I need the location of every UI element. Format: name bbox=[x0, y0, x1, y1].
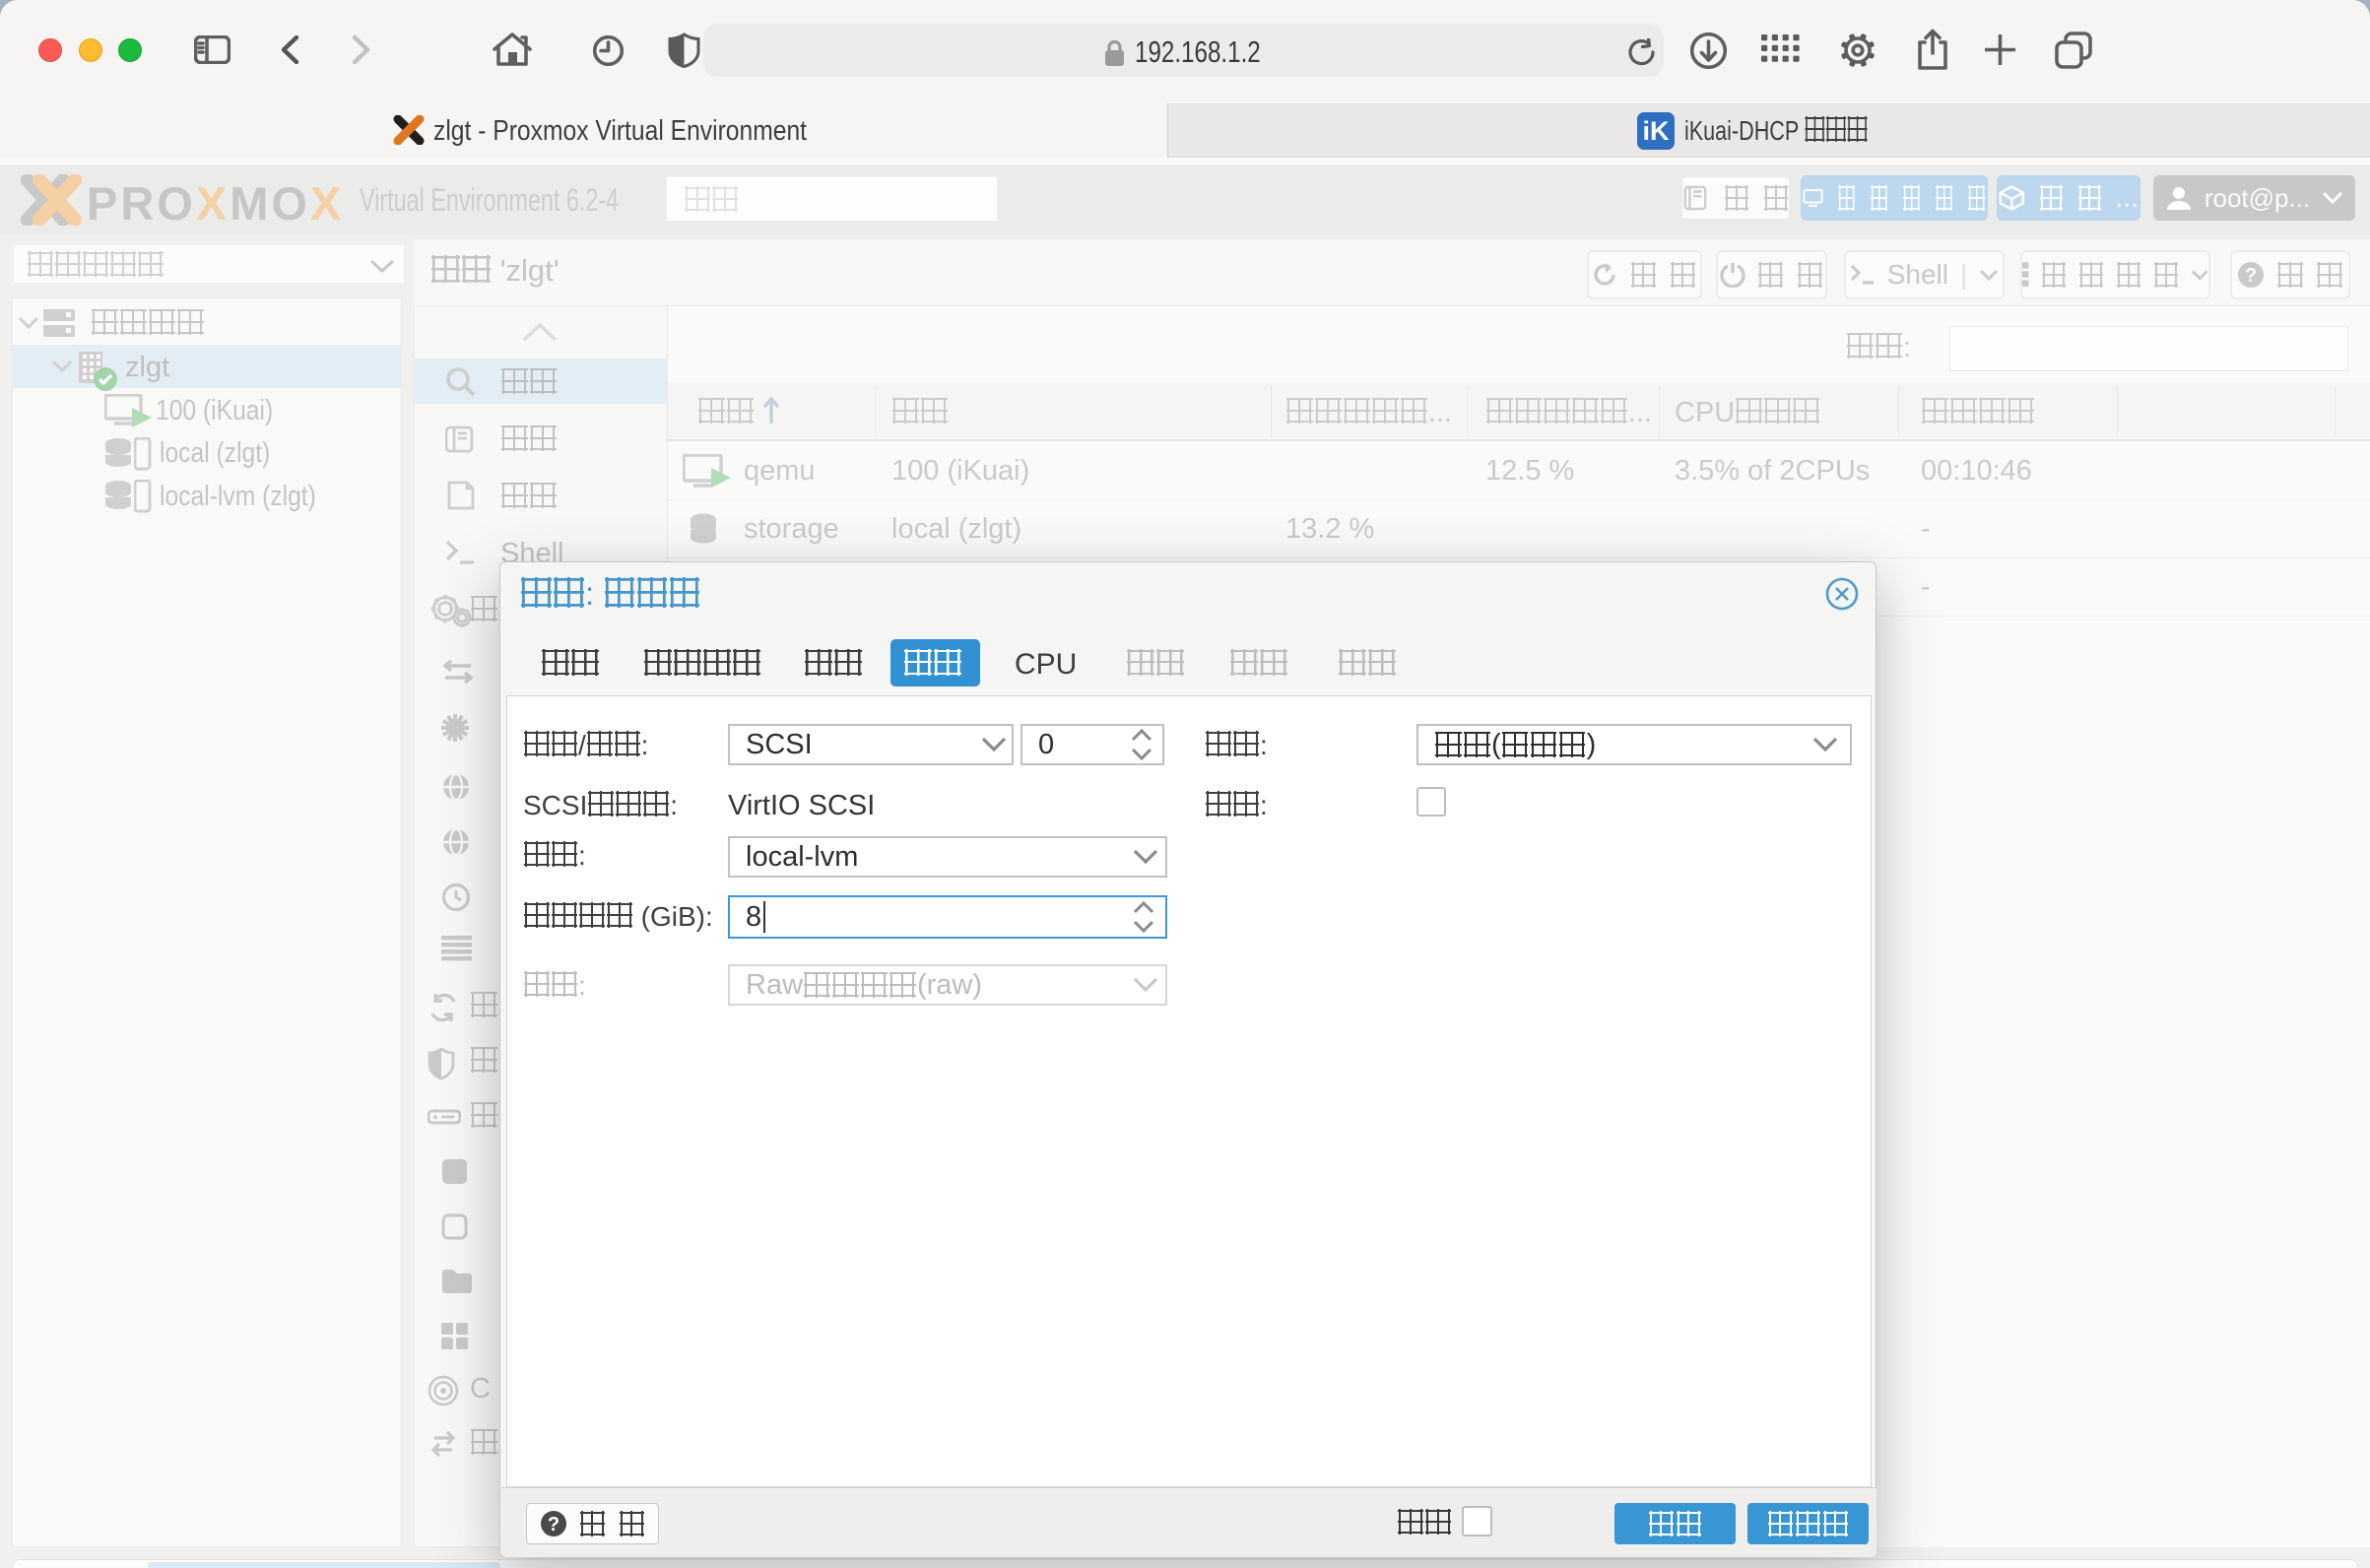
svg-text:?: ? bbox=[547, 1514, 559, 1535]
svg-text:?: ? bbox=[2245, 265, 2257, 287]
